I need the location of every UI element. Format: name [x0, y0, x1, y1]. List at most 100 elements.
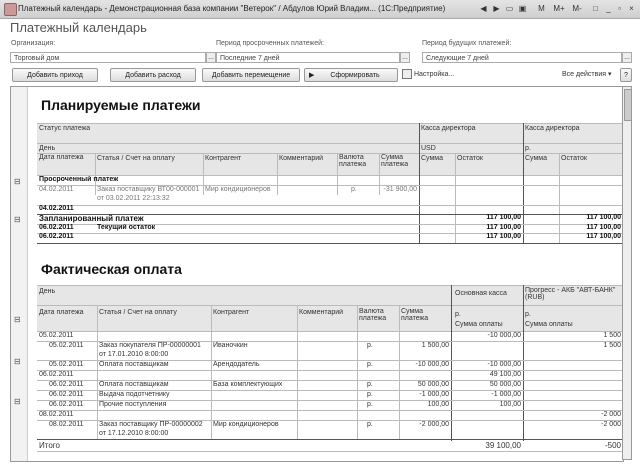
row-date: 06.02.2011 — [49, 391, 84, 398]
window-icon[interactable]: ▭ — [504, 3, 515, 14]
status-header: Статус платежа — [39, 125, 91, 132]
overdue-period-select-button[interactable]: ... — [400, 52, 410, 63]
generate-button[interactable]: ▶ Сформировать — [304, 68, 398, 82]
account1-sum-header: Сумма — [421, 155, 443, 162]
org-label: Организация: — [11, 40, 56, 47]
group-toggle-icon[interactable]: ⊟ — [14, 177, 21, 186]
day-rest-1: 117 100,00 — [486, 233, 521, 240]
actual-account1-currency: р. — [455, 311, 461, 318]
row-date: 05.02.2011 — [49, 342, 84, 349]
contractor-header: Контрагент — [205, 155, 242, 162]
add-income-button[interactable]: Добавить приход — [12, 68, 98, 82]
close-icon[interactable]: × — [626, 3, 637, 14]
calculator-icon[interactable]: ▣ — [517, 3, 528, 14]
org-field[interactable]: Торговый дом — [10, 52, 206, 63]
actual-date-header: Дата платежа — [39, 309, 84, 316]
actual-amount-header: Сумма платежа — [401, 308, 429, 322]
overdue-period-field[interactable]: Последние 7 дней — [216, 52, 400, 63]
comment-header: Комментарий — [279, 155, 324, 162]
add-transfer-button[interactable]: Добавить перемещение — [202, 68, 300, 82]
planned-heading: Планируемые платежи — [41, 97, 201, 113]
row-bank-amount: -2 000 — [601, 421, 621, 428]
row-bank-amount: -2 000 — [601, 411, 621, 418]
day-row: 06.02.2011 — [39, 371, 74, 378]
memory-icon[interactable]: M — [536, 3, 547, 14]
overdue-period-label: Период просроченных платежей: — [216, 40, 324, 47]
restore-icon[interactable]: □ — [590, 3, 601, 14]
row-date: 06.02.2011 — [49, 381, 84, 388]
row-contractor: Иваночкин — [213, 342, 248, 349]
row-cash-amount: -1 000,00 — [491, 391, 521, 398]
form-title: Платежный календарь — [10, 20, 147, 35]
overdue-item[interactable]: Заказ поставщику ВТ00-000001 — [97, 186, 199, 193]
row-item[interactable]: Заказ поставщику ПР-00000002 — [99, 421, 203, 428]
actual-account1-header: Основная касса — [455, 290, 507, 297]
total-bank: -500 — [604, 441, 621, 450]
day-row: 08.02.2011 — [39, 411, 74, 418]
row-contractor: База комплектующих — [213, 381, 283, 388]
row-item[interactable]: Оплата поставщикам — [99, 381, 169, 388]
day-row: 05.02.2011 — [39, 332, 74, 339]
item-header: Статья / Счет на оплату — [97, 155, 175, 162]
group-toggle-icon[interactable]: ⊟ — [14, 357, 21, 366]
row-item[interactable]: Заказ покупателя ПР-00000001 — [99, 342, 201, 349]
actual-account2-paid-header: Сумма оплаты — [525, 321, 573, 328]
org-select-button[interactable]: ... — [206, 52, 216, 63]
currency-header: Валюта платежа — [339, 154, 367, 168]
account2-header: Касса директора — [525, 125, 580, 132]
row-currency: р. — [367, 421, 373, 428]
day-row: 06.02.2011 — [39, 224, 74, 231]
future-period-label: Период будущих платежей: — [422, 40, 512, 47]
account2-rest-header: Остаток — [561, 155, 587, 162]
vertical-scrollbar[interactable] — [622, 86, 632, 460]
row-amount: -1 000,00 — [419, 391, 449, 398]
all-actions-menu[interactable]: Все действия ▾ — [562, 69, 611, 81]
row-cash-amount: 50 000,00 — [489, 381, 521, 388]
row-cash-amount: 100,00 — [499, 401, 521, 408]
scheduled-group-label: Запланированный платеж — [39, 214, 144, 223]
maximize-icon[interactable]: ▫ — [614, 3, 625, 14]
row-bank-amount: 1 500 — [603, 342, 621, 349]
memory-plus-icon[interactable]: M+ — [552, 3, 566, 14]
memory-minus-icon[interactable]: M- — [570, 3, 584, 14]
row-cash-amount: -10 000,00 — [487, 332, 521, 339]
account1-header: Касса директора — [421, 125, 476, 132]
back-icon[interactable]: ◀ — [478, 3, 489, 14]
row-date: 08.02.2011 — [49, 421, 84, 428]
future-period-field[interactable]: Следующие 7 дней — [422, 52, 622, 63]
actual-day-header: День — [39, 288, 56, 295]
row-amount: 50 000,00 — [417, 381, 449, 388]
minimize-icon[interactable]: _ — [603, 3, 614, 14]
day-row: 04.02.2011 — [39, 205, 74, 212]
scheduled-rest-2: 117 100,00 — [586, 214, 621, 221]
group-toggle-icon[interactable]: ⊟ — [14, 397, 21, 406]
account1-rest-header: Остаток — [457, 155, 483, 162]
actual-account2-header: Прогресс - АКБ "АВТ-БАНК" (RUB) — [525, 287, 616, 301]
actual-contractor-header: Контрагент — [213, 309, 250, 316]
account2-sum-header: Сумма — [525, 155, 547, 162]
row-cash-amount: 49 100,00 — [489, 371, 521, 378]
settings-button[interactable]: Настройка... — [402, 69, 454, 81]
add-expense-button[interactable]: Добавить расход — [110, 68, 196, 82]
row-bank-amount: 1 500 — [603, 332, 621, 339]
forward-icon[interactable]: ▶ — [491, 3, 502, 14]
row-cash-amount: -10 000,00 — [487, 361, 521, 368]
row-item[interactable]: Выдача подотчетнику — [99, 391, 170, 398]
help-button[interactable]: ? — [620, 68, 632, 82]
row-currency: р. — [367, 401, 373, 408]
row-contractor: Арендодатель — [213, 361, 260, 368]
row-item[interactable]: Прочие поступления — [99, 401, 166, 408]
overdue-date: 04.02.2011 — [39, 186, 74, 193]
overdue-group-label: Просроченный платеж — [39, 176, 119, 183]
row-currency: р. — [367, 361, 373, 368]
current-rest-1: 117 100,00 — [486, 224, 521, 231]
actual-account1-paid-header: Сумма оплаты — [455, 321, 503, 328]
scrollbar-thumb[interactable] — [624, 89, 632, 121]
future-period-select-button[interactable]: ... — [622, 52, 632, 63]
row-item[interactable]: Оплата поставщикам — [99, 361, 169, 368]
row-currency: р. — [367, 391, 373, 398]
actual-heading: Фактическая оплата — [41, 261, 182, 277]
group-toggle-icon[interactable]: ⊟ — [14, 315, 21, 324]
scheduled-rest-1: 117 100,00 — [486, 214, 521, 221]
group-toggle-icon[interactable]: ⊟ — [14, 215, 21, 224]
